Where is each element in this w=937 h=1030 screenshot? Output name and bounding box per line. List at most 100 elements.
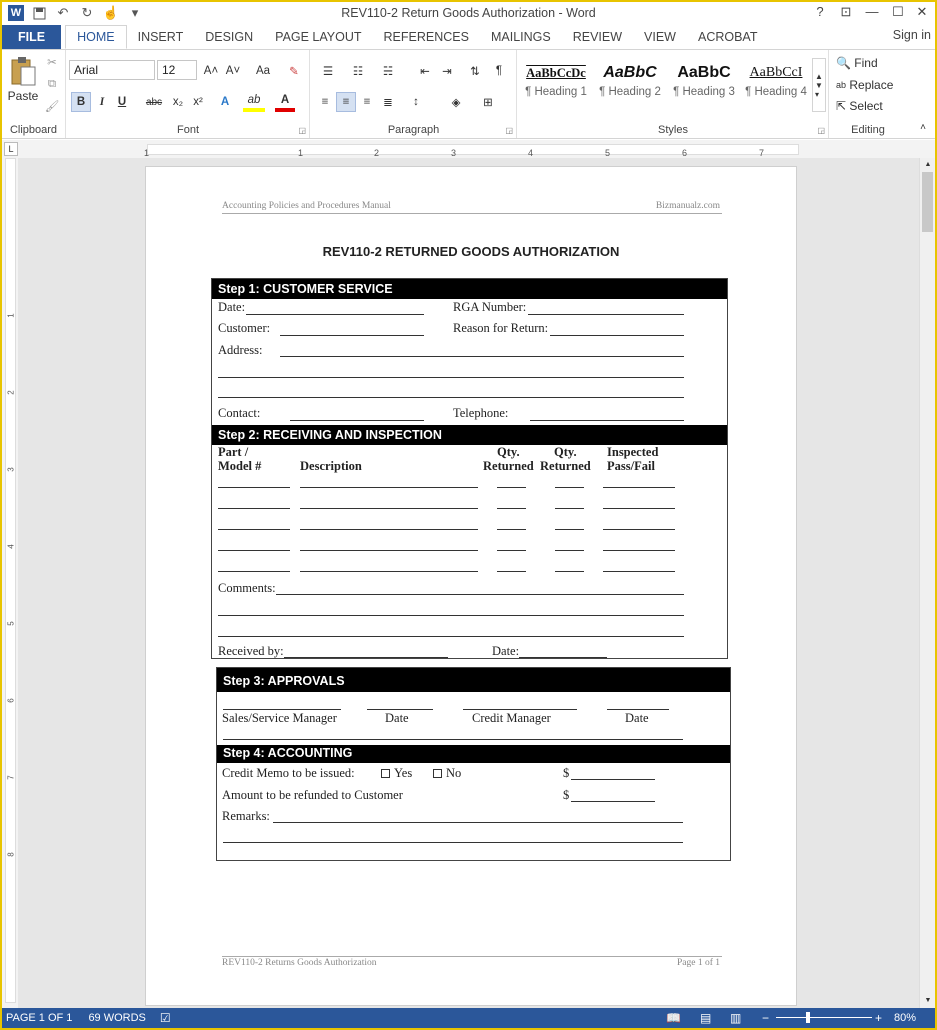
tab-mailings[interactable]: MAILINGS xyxy=(480,25,562,49)
font-color-button[interactable]: A xyxy=(275,92,295,112)
tab-home[interactable]: HOME xyxy=(65,25,127,49)
minimize-button[interactable]: — xyxy=(860,4,884,22)
align-center-icon[interactable]: ≡ xyxy=(336,92,356,112)
justify-icon[interactable]: ≣ xyxy=(378,92,398,112)
close-button[interactable]: ✕ xyxy=(910,4,934,22)
no-checkbox[interactable]: No xyxy=(433,766,461,781)
scroll-down-icon[interactable]: ▼ xyxy=(923,994,933,1006)
part-field[interactable] xyxy=(218,550,290,551)
telephone-field[interactable] xyxy=(530,420,684,421)
tab-review[interactable]: REVIEW xyxy=(562,25,633,49)
address-line-2[interactable] xyxy=(218,377,684,378)
sort-icon[interactable]: ⇅ xyxy=(465,62,485,80)
yes-checkbox[interactable]: Yes xyxy=(381,766,412,781)
find-button[interactable]: 🔍 Find xyxy=(836,54,900,72)
underline-button[interactable]: U xyxy=(113,92,131,112)
qty-field[interactable] xyxy=(497,529,526,530)
zoom-slider-thumb[interactable] xyxy=(806,1012,810,1023)
date-field[interactable] xyxy=(246,314,424,315)
tab-file[interactable]: FILE xyxy=(2,25,62,49)
remarks-line-2[interactable] xyxy=(223,842,683,843)
print-layout-icon[interactable]: ▤ xyxy=(700,1011,711,1025)
help-button[interactable]: ? xyxy=(808,4,832,22)
cut-icon[interactable]: ✂ xyxy=(44,54,60,70)
part-field[interactable] xyxy=(218,529,290,530)
style-heading-4[interactable]: AaBbCcI ¶ Heading 4 xyxy=(740,60,812,110)
qty-field[interactable] xyxy=(497,487,526,488)
save-icon[interactable] xyxy=(30,5,48,21)
undo-icon[interactable]: ↶ xyxy=(54,5,72,21)
show-formatting-icon[interactable]: ¶ xyxy=(489,62,509,80)
address-field[interactable] xyxy=(280,356,684,357)
comments-line-3[interactable] xyxy=(218,636,684,637)
align-right-icon[interactable]: ≡ xyxy=(357,92,377,112)
qty-field[interactable] xyxy=(555,508,584,509)
memo-amount-field[interactable] xyxy=(571,779,655,780)
received-date-field[interactable] xyxy=(519,657,607,658)
redo-icon[interactable]: ↻ xyxy=(78,5,96,21)
change-case-button[interactable]: Aa xyxy=(249,62,277,80)
description-field[interactable] xyxy=(300,529,478,530)
part-field[interactable] xyxy=(218,508,290,509)
zoom-out-icon[interactable]: − xyxy=(762,1011,769,1025)
tab-page-layout[interactable]: PAGE LAYOUT xyxy=(264,25,372,49)
font-dialog-launcher-icon[interactable]: ◲ xyxy=(298,126,306,135)
strikethrough-button[interactable]: abc xyxy=(141,92,167,112)
part-field[interactable] xyxy=(218,571,290,572)
ruler-bar[interactable]: 1 1 2 3 4 5 6 7 xyxy=(144,144,799,158)
vertical-scrollbar[interactable]: ▲ ▼ xyxy=(919,158,935,1008)
highlight-button[interactable]: ab xyxy=(243,92,265,112)
styles-scroll-icon[interactable]: ▲ ▼ ▾ xyxy=(812,58,826,112)
read-mode-icon[interactable]: 📖 xyxy=(666,1011,681,1025)
bullets-icon[interactable]: ☰ xyxy=(317,62,339,80)
qty-field[interactable] xyxy=(555,529,584,530)
remarks-field[interactable] xyxy=(273,822,683,823)
qty-field[interactable] xyxy=(555,550,584,551)
vertical-ruler-bar[interactable]: 1 2 3 4 5 6 7 8 xyxy=(5,158,16,1003)
borders-icon[interactable]: ⊞ xyxy=(475,92,501,112)
collapse-ribbon-icon[interactable]: ˄ xyxy=(916,120,930,134)
tab-view[interactable]: VIEW xyxy=(633,25,687,49)
bold-button[interactable]: B xyxy=(71,92,91,112)
inspected-field[interactable] xyxy=(603,550,675,551)
copy-icon[interactable]: ⧉ xyxy=(44,76,60,92)
decrease-indent-icon[interactable]: ⇤ xyxy=(415,62,435,80)
tab-insert[interactable]: INSERT xyxy=(127,25,195,49)
paste-icon[interactable] xyxy=(6,54,40,88)
inspected-field[interactable] xyxy=(603,487,675,488)
qty-field[interactable] xyxy=(497,508,526,509)
zoom-in-icon[interactable]: + xyxy=(875,1011,882,1025)
select-button[interactable]: ⇱ Select xyxy=(836,97,900,115)
replace-button[interactable]: ab Replace xyxy=(836,76,904,94)
style-heading-2[interactable]: AaBbC ¶ Heading 2 xyxy=(594,60,666,110)
comments-field[interactable] xyxy=(276,594,684,595)
web-layout-icon[interactable]: ▥ xyxy=(730,1011,741,1025)
subscript-button[interactable]: x₂ xyxy=(169,92,187,112)
qty-field[interactable] xyxy=(497,550,526,551)
tab-acrobat[interactable]: ACROBAT xyxy=(687,25,769,49)
style-heading-1[interactable]: AaBbCcDc ¶ Heading 1 xyxy=(520,60,592,110)
inspected-field[interactable] xyxy=(603,508,675,509)
tab-references[interactable]: REFERENCES xyxy=(373,25,480,49)
reason-field[interactable] xyxy=(550,335,684,336)
grow-font-button[interactable]: A˄ xyxy=(201,62,221,80)
format-painter-icon[interactable]: 🖌 xyxy=(44,98,60,114)
qty-field[interactable] xyxy=(497,571,526,572)
align-left-icon[interactable]: ≡ xyxy=(315,92,335,112)
font-name-select[interactable]: Arial xyxy=(69,60,155,80)
qty-field[interactable] xyxy=(555,571,584,572)
sales-date-field[interactable] xyxy=(367,709,433,710)
refund-amount-field[interactable] xyxy=(571,801,655,802)
maximize-button[interactable]: ☐ xyxy=(886,4,910,22)
customer-field[interactable] xyxy=(280,335,424,336)
zoom-slider[interactable] xyxy=(776,1017,872,1018)
scroll-up-icon[interactable]: ▲ xyxy=(923,158,933,170)
proofing-icon[interactable]: ☑ xyxy=(160,1011,171,1025)
paste-button[interactable]: Paste xyxy=(4,88,42,104)
inspected-field[interactable] xyxy=(603,529,675,530)
superscript-button[interactable]: x² xyxy=(189,92,207,112)
page-count[interactable]: PAGE 1 OF 1 xyxy=(6,1012,72,1024)
text-effects-button[interactable]: A xyxy=(215,92,235,112)
line-spacing-icon[interactable]: ↕ xyxy=(403,92,429,112)
touch-mode-icon[interactable]: ☝ xyxy=(102,5,120,21)
